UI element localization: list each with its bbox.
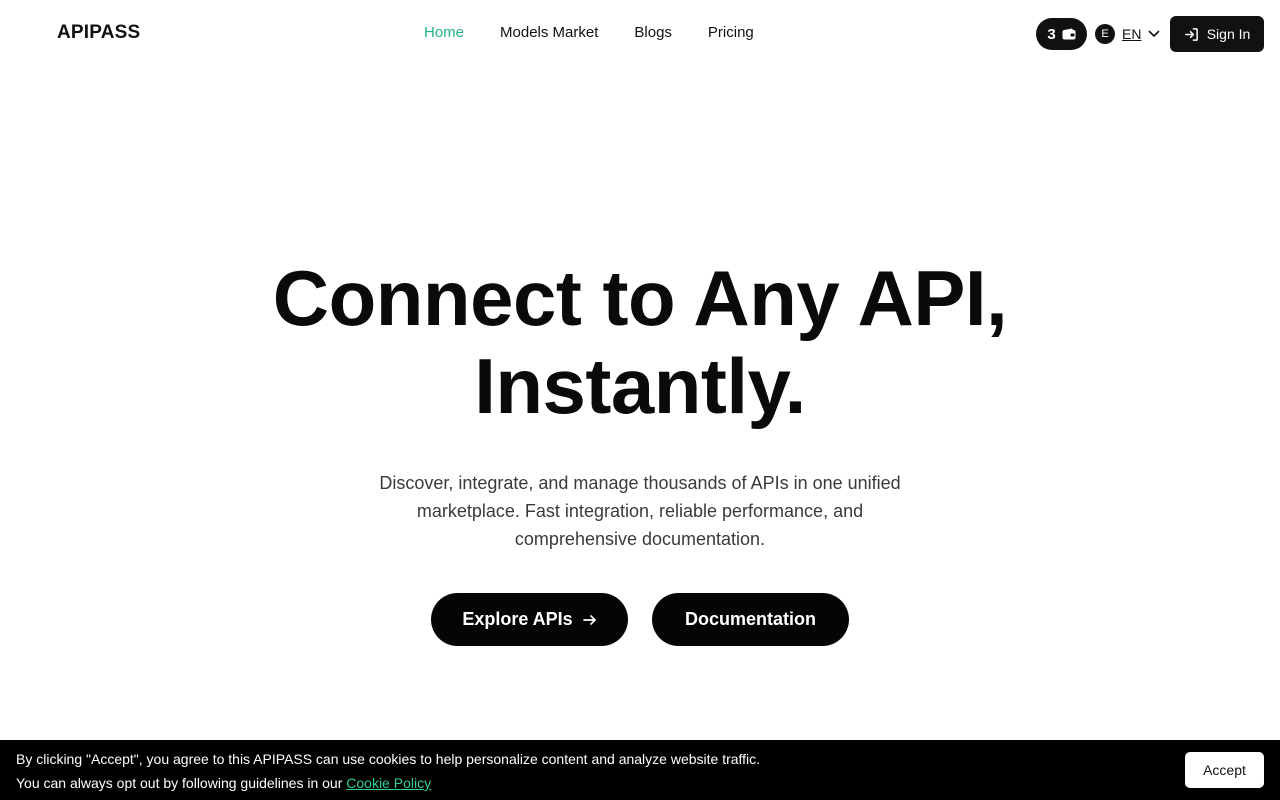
- hero-title-line2: Instantly.: [474, 342, 806, 430]
- wallet-count: 3: [1047, 25, 1056, 43]
- cookie-line-2-text: You can always opt out by following guid…: [16, 775, 347, 791]
- site-header: APIPASS Home Models Market Blogs Pricing…: [0, 0, 1280, 68]
- cookie-banner: By clicking "Accept", you agree to this …: [0, 740, 1280, 800]
- logo[interactable]: APIPASS: [57, 22, 140, 44]
- language-selector[interactable]: E EN: [1095, 24, 1160, 44]
- wallet-icon: [1062, 28, 1076, 40]
- accept-cookies-button[interactable]: Accept: [1185, 752, 1264, 788]
- documentation-label: Documentation: [684, 609, 816, 629]
- nav-home[interactable]: Home: [424, 24, 464, 41]
- cookie-text: By clicking "Accept", you agree to this …: [16, 747, 760, 795]
- sign-in-label: Sign In: [1206, 26, 1251, 42]
- main-nav: Home Models Market Blogs Pricing: [424, 24, 754, 41]
- nav-blogs[interactable]: Blogs: [634, 24, 672, 41]
- nav-models-market[interactable]: Models Market: [500, 24, 598, 41]
- hero-title-line1: Connect to Any API,: [272, 254, 1008, 342]
- explore-apis-label: Explore APIs: [462, 609, 573, 629]
- language-badge: E: [1095, 24, 1115, 44]
- explore-apis-button[interactable]: Explore APIs: [431, 593, 628, 646]
- language-label: EN: [1122, 26, 1142, 42]
- chevron-down-icon: [1149, 30, 1160, 37]
- hero-title: Connect to Any API, Instantly.: [0, 254, 1280, 430]
- cookie-line-2: You can always opt out by following guid…: [16, 771, 760, 795]
- sign-in-icon: [1184, 27, 1198, 41]
- nav-pricing[interactable]: Pricing: [708, 24, 754, 41]
- sign-in-button[interactable]: Sign In: [1170, 16, 1264, 52]
- cookie-policy-link[interactable]: Cookie Policy: [346, 775, 431, 791]
- hero-subtitle: Discover, integrate, and manage thousand…: [379, 473, 901, 549]
- cookie-line-1: By clicking "Accept", you agree to this …: [16, 751, 761, 767]
- wallet-button[interactable]: 3: [1036, 18, 1087, 50]
- arrow-right-icon: [582, 614, 596, 625]
- documentation-button[interactable]: Documentation: [652, 593, 849, 646]
